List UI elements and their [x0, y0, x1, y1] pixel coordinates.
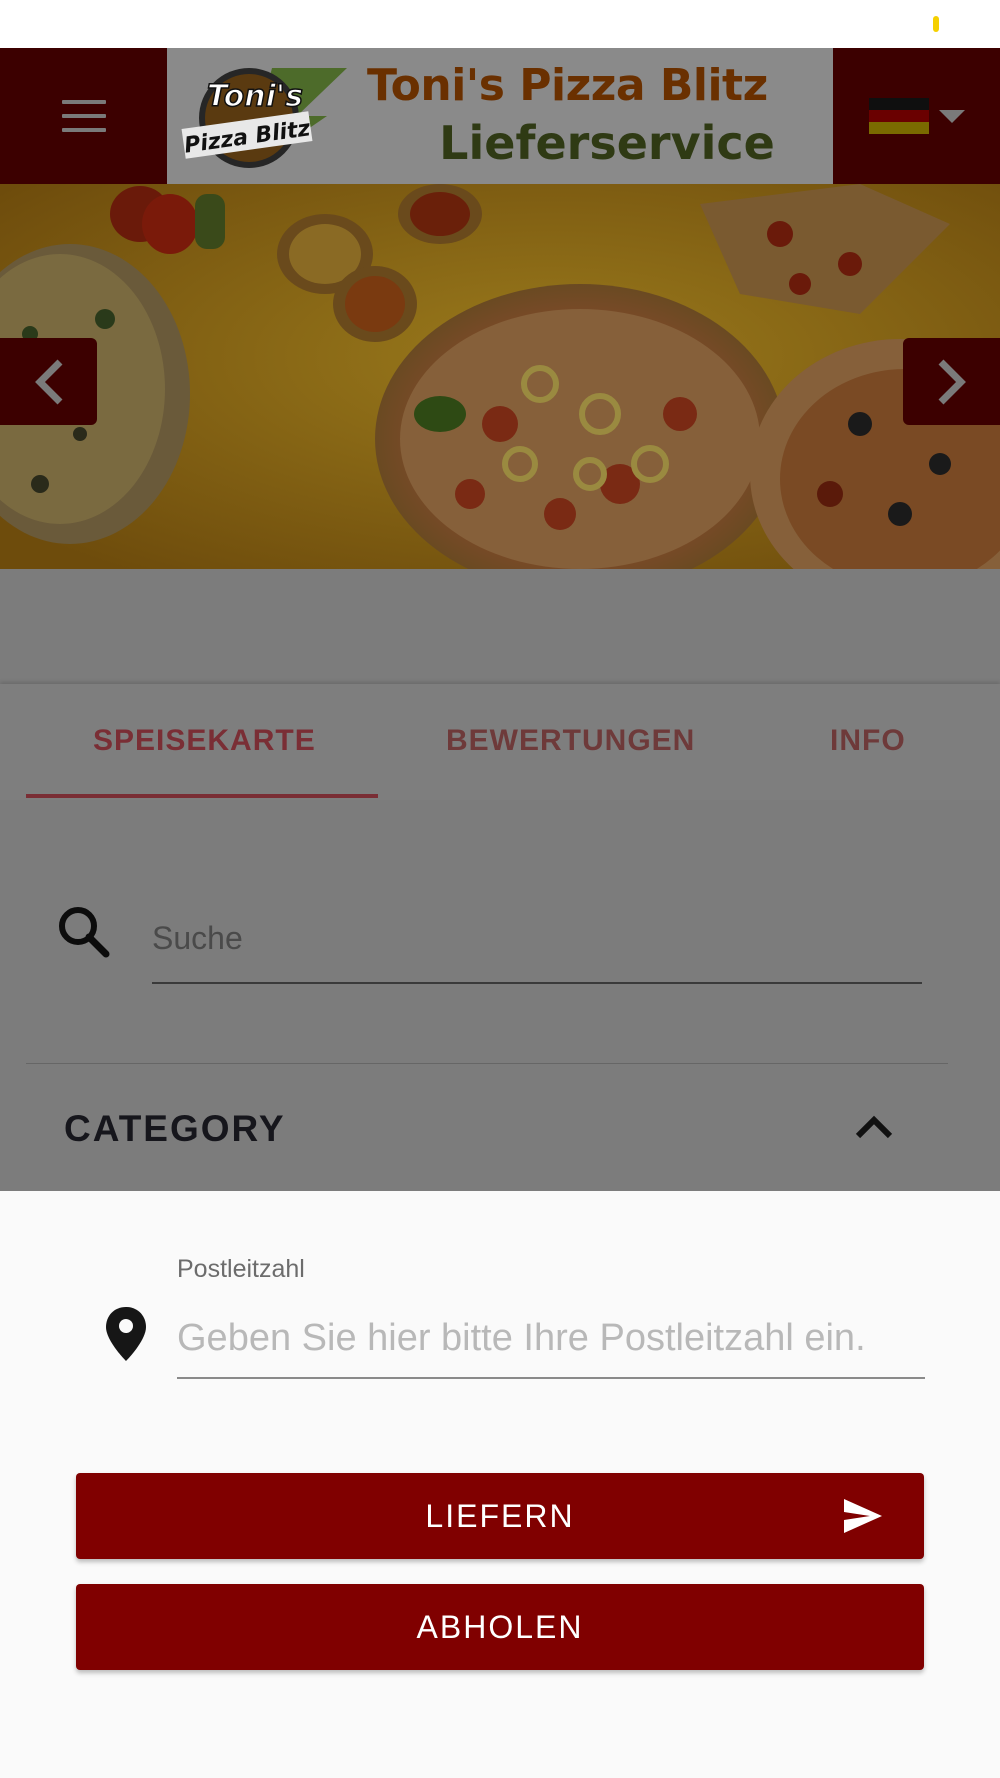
german-flag-icon	[868, 98, 929, 134]
postcode-input[interactable]	[177, 1301, 925, 1375]
hamburger-icon	[61, 100, 106, 132]
postcode-field	[177, 1301, 925, 1379]
tab-info[interactable]: INFO	[830, 724, 906, 758]
delivery-bottom-sheet: Postleitzahl LIEFERN ABHOLEN	[0, 1191, 1000, 1778]
search-field	[152, 896, 922, 984]
chevron-up-icon[interactable]	[854, 1110, 894, 1140]
restaurant-logo: Toni's Pizza Blitz Toni's Pizza Blitz Li…	[167, 48, 833, 184]
carousel-prev-button[interactable]	[0, 338, 97, 425]
category-header[interactable]: CATEGORY	[0, 1064, 1000, 1191]
dropdown-caret-icon	[938, 109, 965, 123]
top-bar: Toni's Pizza Blitz Toni's Pizza Blitz Li…	[0, 48, 1000, 184]
active-tab-indicator	[26, 794, 378, 798]
language-selector[interactable]	[833, 48, 1000, 184]
carousel-next-button[interactable]	[903, 338, 1000, 425]
status-indicator	[933, 16, 939, 32]
tab-bewertungen[interactable]: BEWERTUNGEN	[446, 724, 695, 758]
tab-bar: SPEISEKARTE BEWERTUNGEN INFO	[0, 684, 1000, 800]
pickup-button[interactable]: ABHOLEN	[76, 1584, 924, 1670]
search-input[interactable]	[152, 896, 922, 972]
deliver-button[interactable]: LIEFERN	[76, 1473, 924, 1559]
logo-subtitle: Lieferservice	[439, 116, 775, 170]
content-spacer	[0, 569, 1000, 684]
menu-button[interactable]	[0, 48, 167, 184]
category-title: CATEGORY	[64, 1108, 286, 1149]
chevron-left-icon	[34, 359, 62, 404]
send-icon	[844, 1499, 882, 1533]
logo-badge-top: Toni's	[207, 79, 303, 114]
postcode-label: Postleitzahl	[177, 1255, 305, 1283]
deliver-button-label: LIEFERN	[425, 1497, 575, 1534]
chevron-right-icon	[938, 359, 966, 404]
tab-speisekarte[interactable]: SPEISEKARTE	[93, 724, 316, 758]
pickup-button-label: ABHOLEN	[416, 1608, 584, 1645]
status-bar	[0, 0, 1000, 48]
search-section	[0, 800, 1000, 1065]
map-pin-icon	[106, 1307, 146, 1361]
logo-badge: Toni's Pizza Blitz	[181, 68, 347, 168]
logo-title: Toni's Pizza Blitz	[367, 60, 768, 111]
hero-carousel	[0, 184, 1000, 569]
hero-pizza-image	[0, 184, 1000, 569]
search-icon	[59, 907, 110, 958]
